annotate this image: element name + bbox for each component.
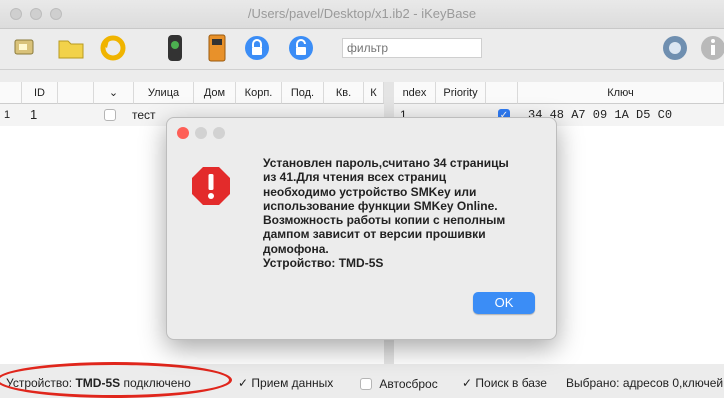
alert-dialog: Установлен пароль,считано 34 страницы из… bbox=[166, 117, 557, 340]
lock-icon[interactable] bbox=[242, 33, 272, 63]
column-header-id[interactable]: ID bbox=[22, 82, 58, 104]
autoreset-label: Автосброс bbox=[379, 377, 438, 391]
info-icon[interactable] bbox=[698, 33, 724, 63]
filter-input[interactable] bbox=[342, 38, 482, 58]
autoreset-checkbox[interactable] bbox=[360, 378, 372, 390]
row-number: 1 bbox=[4, 109, 11, 121]
folder-icon[interactable] bbox=[56, 33, 86, 63]
dialog-zoom-button bbox=[213, 127, 225, 139]
check-icon: ✓ bbox=[238, 376, 249, 390]
chevron-down-icon: ⌄ bbox=[108, 87, 119, 99]
autoreset-toggle[interactable]: Автосброс bbox=[360, 376, 438, 391]
message-line: домофона. bbox=[263, 241, 329, 256]
column-header-house[interactable]: Дом bbox=[194, 82, 236, 104]
search-in-base-toggle[interactable]: ✓ Поиск в базе bbox=[462, 376, 547, 390]
column-header-entrance[interactable]: Под. bbox=[282, 82, 324, 104]
message-line: необходимо устройство SMKey или bbox=[263, 184, 477, 199]
column-header-check[interactable]: ⌄ bbox=[94, 82, 134, 104]
column-header-priority[interactable]: Priority bbox=[436, 82, 486, 104]
refresh-icon[interactable] bbox=[98, 33, 128, 63]
sync-icon[interactable] bbox=[660, 33, 690, 63]
title-bar: /Users/pavel/Desktop/x1.ib2 - iKeyBase bbox=[0, 0, 724, 29]
column-header-k[interactable]: К bbox=[364, 82, 384, 104]
reader-icon[interactable] bbox=[160, 33, 190, 63]
window-title: /Users/pavel/Desktop/x1.ib2 - iKeyBase bbox=[247, 6, 477, 21]
column-header-key[interactable]: Ключ bbox=[518, 82, 724, 104]
message-line: Установлен пароль,считано 34 страницы bbox=[263, 156, 509, 170]
message-line: Возможность работы копии с неполным bbox=[263, 213, 506, 228]
id-cell: 1 bbox=[30, 107, 38, 122]
message-line: Устройство: TMD-5S bbox=[263, 256, 384, 271]
receive-label: Прием данных bbox=[251, 376, 334, 390]
row-number-header bbox=[0, 82, 22, 104]
search-label: Поиск в базе bbox=[475, 376, 547, 390]
device-icon[interactable] bbox=[10, 33, 40, 63]
dialog-message: Установлен пароль,считано 34 страницы из… bbox=[263, 156, 548, 270]
annotation-circle bbox=[0, 362, 232, 398]
column-header-blank[interactable] bbox=[58, 82, 94, 104]
column-header-apartment[interactable]: Кв. bbox=[324, 82, 364, 104]
dialog-close-button[interactable] bbox=[177, 127, 189, 139]
dialog-minimize-button bbox=[195, 127, 207, 139]
column-header-building[interactable]: Корп. bbox=[236, 82, 282, 104]
message-line: использование функции SMKey Online. bbox=[263, 198, 498, 213]
lock-open-icon[interactable] bbox=[286, 33, 316, 63]
message-line: из 41.Для чтения всех страниц bbox=[263, 170, 447, 185]
message-line: дампом зависит от версии прошивки bbox=[263, 227, 486, 242]
check-icon: ✓ bbox=[462, 376, 473, 390]
receive-data-toggle[interactable]: ✓ Прием данных bbox=[238, 376, 333, 390]
warning-icon bbox=[192, 167, 230, 205]
column-header-index[interactable]: ndex bbox=[394, 82, 436, 104]
row-checkbox[interactable] bbox=[104, 109, 116, 121]
ok-button[interactable]: OK bbox=[473, 292, 535, 314]
selection-summary: Выбрано: адресов 0,ключей bbox=[566, 376, 724, 390]
column-header-street[interactable]: Улица bbox=[134, 82, 194, 104]
toolbar bbox=[0, 29, 724, 70]
column-header-check[interactable] bbox=[486, 82, 518, 104]
intercom-icon[interactable] bbox=[202, 33, 232, 63]
